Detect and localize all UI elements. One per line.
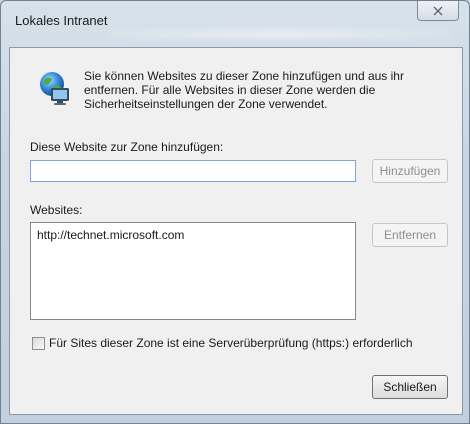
close-dialog-button[interactable]: Schließen (372, 375, 448, 399)
websites-list[interactable]: http://technet.microsoft.com (30, 222, 356, 320)
add-button[interactable]: Hinzufügen (372, 159, 448, 183)
zone-description: Sie können Websites zu dieser Zone hinzu… (84, 69, 404, 111)
dialog-content: Sie können Websites zu dieser Zone hinzu… (9, 47, 463, 415)
remove-button[interactable]: Entfernen (372, 223, 448, 247)
close-icon (433, 6, 443, 15)
https-checkbox-label[interactable]: Für Sites dieser Zone ist eine Serverübe… (49, 336, 413, 350)
https-checkbox[interactable] (32, 336, 45, 350)
list-item[interactable]: http://technet.microsoft.com (37, 227, 349, 243)
title-bar-background (111, 29, 451, 39)
https-option-row[interactable]: Für Sites dieser Zone ist eine Serverübe… (32, 336, 413, 350)
websites-label: Websites: (30, 203, 83, 217)
add-website-label: Diese Website zur Zone hinzufügen: (30, 140, 224, 154)
dialog-window: Lokales Intranet Sie können Websites zu … (0, 0, 470, 424)
window-close-button[interactable] (417, 1, 459, 21)
website-url-input[interactable] (30, 160, 356, 182)
window-title: Lokales Intranet (15, 13, 108, 28)
globe-computer-icon (40, 72, 69, 105)
